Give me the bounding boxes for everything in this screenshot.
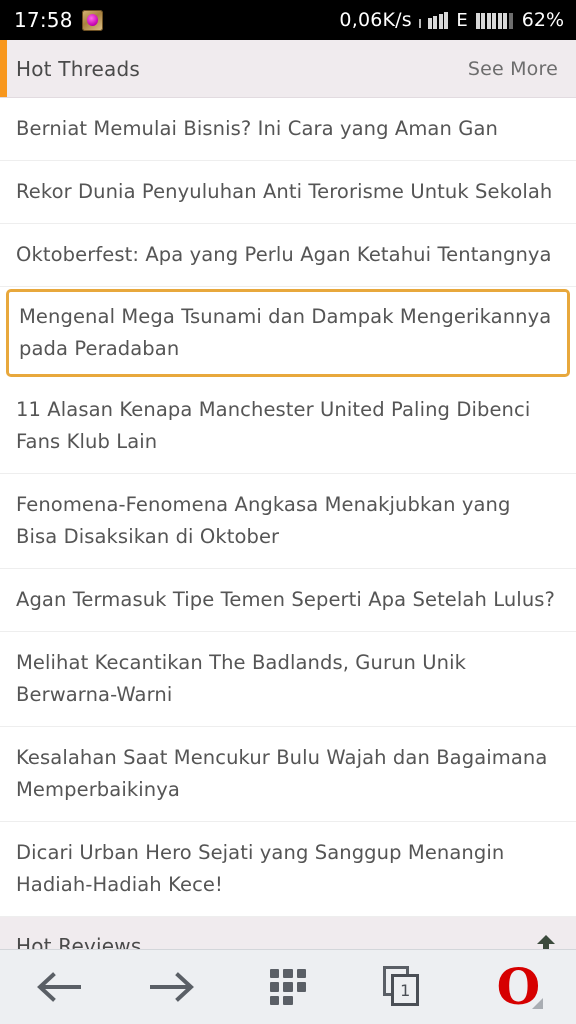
tabs-icon: 1 [383,966,423,1008]
hot-reviews-title: Hot Reviews [16,933,142,951]
arrow-left-icon [36,972,81,1002]
status-bar-left: 17:58 [14,8,103,32]
signal-strength-icon [427,11,449,29]
thread-item[interactable]: Melihat Kecantikan The Badlands, Gurun U… [0,632,576,727]
hot-threads-list: Berniat Memulai Bisnis? Ini Cara yang Am… [0,98,576,917]
menu-corner-indicator-icon [532,998,544,1009]
battery-icon [475,12,513,29]
arrow-up-icon[interactable] [536,934,556,950]
app-notification-icon [81,9,103,31]
status-bar: 17:58 0,06K/s E 62% [0,0,576,40]
grid-icon [270,969,306,1005]
network-type-label: E [456,9,468,31]
thread-item[interactable]: Berniat Memulai Bisnis? Ini Cara yang Am… [0,98,576,161]
hot-threads-title: Hot Threads [16,56,141,81]
forward-button[interactable] [115,950,230,1024]
see-more-link[interactable]: See More [468,58,558,80]
battery-percent-label: 62% [521,9,564,31]
thread-item-highlighted[interactable]: Mengenal Mega Tsunami dan Dampak Mengeri… [6,289,570,377]
thread-item[interactable]: Fenomena-Fenomena Angkasa Menakjubkan ya… [0,474,576,569]
status-bar-right: 0,06K/s E 62% [339,9,564,31]
opera-menu-button[interactable]: O [461,950,576,1024]
network-speed-label: 0,06K/s [339,9,412,31]
browser-bottom-toolbar: 1 O [0,949,576,1024]
hot-reviews-header: Hot Reviews [0,917,576,950]
thread-item[interactable]: Agan Termasuk Tipe Temen Seperti Apa Set… [0,569,576,632]
back-button[interactable] [0,950,115,1024]
thread-item[interactable]: Rekor Dunia Penyuluhan Anti Terorisme Un… [0,161,576,224]
thread-item[interactable]: Kesalahan Saat Mencukur Bulu Wajah dan B… [0,727,576,822]
page-content: Hot Threads See More Berniat Memulai Bis… [0,40,576,950]
thread-item[interactable]: Oktoberfest: Apa yang Perlu Agan Ketahui… [0,224,576,287]
tabs-button[interactable]: 1 [346,950,461,1024]
status-clock: 17:58 [14,8,73,32]
thread-item[interactable]: Dicari Urban Hero Sejati yang Sanggup Me… [0,822,576,917]
thread-item[interactable]: 11 Alasan Kenapa Manchester United Palin… [0,379,576,474]
sim-indicator-icon [418,19,421,28]
arrow-right-icon [149,972,194,1002]
tab-count-label: 1 [391,974,420,1006]
speed-dial-button[interactable] [230,950,345,1024]
opera-logo-icon: O [495,962,544,1012]
hot-threads-header: Hot Threads See More [0,40,576,98]
